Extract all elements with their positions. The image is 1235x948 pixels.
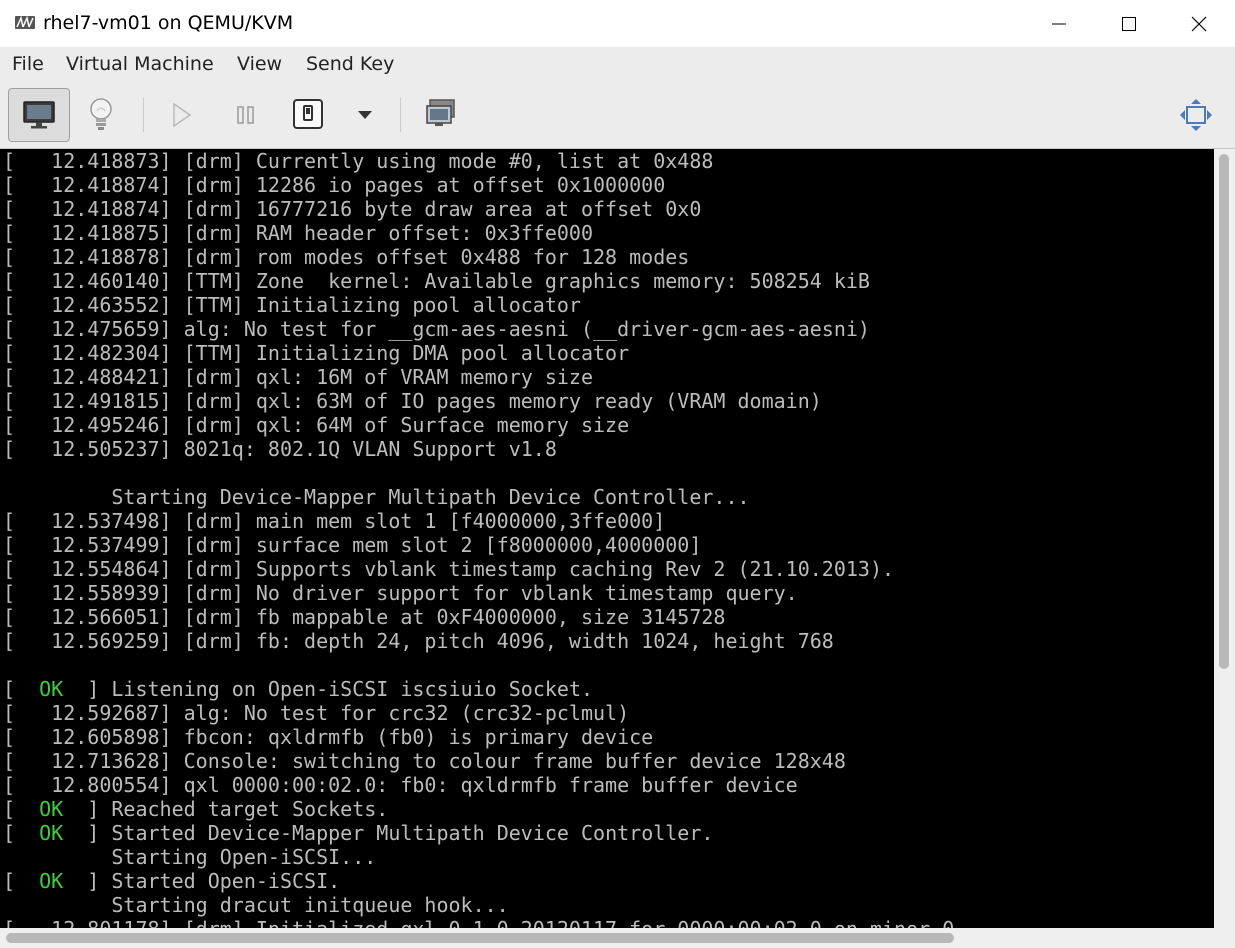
console-line: [ 12.566051] [drm] fb mappable at 0xF400…: [3, 605, 726, 629]
resize-icon: [1180, 99, 1212, 131]
console-line: [ 12.569259] [drm] fb: depth 24, pitch 4…: [3, 629, 834, 653]
console-line: [ OK ] Listening on Open-iSCSI iscsiuio …: [3, 677, 1214, 701]
play-icon: [173, 102, 192, 128]
minimize-button[interactable]: [1024, 0, 1094, 47]
maximize-icon: [1122, 16, 1136, 31]
console-line: [ 12.592687] alg: No test for crc32 (crc…: [3, 701, 630, 725]
snapshot-icon: [426, 99, 455, 126]
maximize-button[interactable]: [1094, 0, 1164, 47]
console-line: [ 12.558939] [drm] No driver support for…: [3, 581, 798, 605]
dropdown-arrow-icon: [358, 111, 372, 119]
horizontal-scrollbar[interactable]: [0, 928, 1235, 948]
minimize-icon: [1052, 23, 1066, 24]
menu-virtual-machine[interactable]: Virtual Machine: [66, 52, 214, 76]
console-line: [ 12.800554] qxl 0000:00:02.0: fb0: qxld…: [3, 773, 798, 797]
shutdown-button[interactable]: [289, 95, 327, 133]
ok-status: OK: [39, 677, 64, 701]
console-line: [ OK ] Started Open-iSCSI.: [3, 869, 1214, 893]
console-line: [ 12.418875] [drm] RAM header offset: 0x…: [3, 221, 594, 245]
console-output: [ 12.418873] [drm] Currently using mode …: [0, 149, 1214, 928]
menu-view[interactable]: View: [237, 52, 282, 76]
title-bar: rhel7-vm01 on QEMU/KVM: [0, 0, 1235, 47]
pause-button[interactable]: [228, 98, 264, 132]
menu-send-key[interactable]: Send Key: [306, 52, 394, 76]
fullscreen-button[interactable]: [1174, 94, 1218, 136]
console-line: Starting Open-iSCSI...: [3, 845, 377, 869]
window-title: rhel7-vm01 on QEMU/KVM: [43, 12, 294, 34]
console-line: [ 12.418878] [drm] rom modes offset 0x48…: [3, 245, 690, 269]
vertical-scrollbar[interactable]: [1214, 149, 1235, 928]
close-icon: [1191, 16, 1207, 31]
console-line-text: ] Started Open-iSCSI.: [63, 869, 341, 893]
console-line-bracket: [: [3, 677, 40, 701]
console-line: [ 12.463552] [TTM] Initializing pool all…: [3, 293, 581, 317]
console-line: [ OK ] Reached target Sockets.: [3, 797, 1214, 821]
toolbar: [0, 80, 1235, 149]
console-line: [ 12.801178] [drm] Initialized qxl 0.1.0…: [3, 917, 1214, 928]
console-line: [ 12.488421] [drm] qxl: 16M of VRAM memo…: [3, 365, 594, 389]
console-line: [ 12.554864] [drm] Supports vblank times…: [3, 557, 895, 581]
ok-status: OK: [39, 869, 64, 893]
console-line-text: ] Started Device-Mapper Multipath Device…: [63, 821, 714, 845]
console-line: [ 12.605898] fbcon: qxldrmfb (fb0) is pr…: [3, 725, 654, 749]
monitor-icon: [23, 101, 55, 129]
virt-manager-icon: [15, 15, 35, 29]
console-line: [ 12.505237] 8021q: 802.1Q VLAN Support …: [3, 437, 557, 461]
console-line: [ 12.418874] [drm] 16777216 byte draw ar…: [3, 197, 702, 221]
horizontal-scroll-thumb[interactable]: [6, 933, 954, 943]
ok-status: OK: [39, 797, 64, 821]
lightbulb-icon: [90, 98, 112, 130]
console-line-text: ] Listening on Open-iSCSI iscsiuio Socke…: [63, 677, 594, 701]
snapshots-button[interactable]: [420, 94, 462, 134]
console-line: [ 12.495246] [drm] qxl: 64M of Surface m…: [3, 413, 630, 437]
close-button[interactable]: [1164, 0, 1234, 47]
console-line-bracket: [: [3, 797, 40, 821]
console-line: [ 12.460140] [TTM] Zone kernel: Availabl…: [3, 269, 870, 293]
console-line: [ 12.537499] [drm] surface mem slot 2 [f…: [3, 533, 702, 557]
toolbar-separator: [143, 98, 144, 132]
console-line: [ 12.537498] [drm] main mem slot 1 [f400…: [3, 509, 666, 533]
console-line: [ 12.475659] alg: No test for __gcm-aes-…: [3, 317, 870, 341]
pause-icon: [237, 106, 254, 124]
menu-bar: File Virtual Machine View Send Key: [0, 47, 1235, 80]
console-line: [ 12.713628] Console: switching to colou…: [3, 749, 846, 773]
ok-status: OK: [39, 821, 64, 845]
console-line: [ 12.482304] [TTM] Initializing DMA pool…: [3, 341, 630, 365]
run-button[interactable]: [163, 98, 199, 132]
console-line: [ 12.491815] [drm] qxl: 63M of IO pages …: [3, 389, 822, 413]
console-line: [ OK ] Started Device-Mapper Multipath D…: [3, 821, 1214, 845]
vertical-scroll-thumb[interactable]: [1219, 154, 1229, 669]
show-details-button[interactable]: [82, 92, 120, 138]
console-line: Starting dracut initqueue hook...: [3, 893, 509, 917]
menu-file[interactable]: File: [12, 52, 44, 76]
power-icon: [293, 99, 323, 129]
console-line-text: ] Reached target Sockets.: [63, 797, 389, 821]
shutdown-menu-button[interactable]: [350, 102, 380, 128]
show-console-button[interactable]: [8, 88, 70, 142]
console-line: [ 12.418873] [drm] Currently using mode …: [3, 149, 714, 173]
console-line: [ 12.418874] [drm] 12286 io pages at off…: [3, 173, 666, 197]
vm-console-display[interactable]: [ 12.418873] [drm] Currently using mode …: [0, 149, 1214, 928]
toolbar-separator: [400, 98, 401, 132]
console-line-bracket: [: [3, 869, 40, 893]
console-line: Starting Device-Mapper Multipath Device …: [3, 485, 750, 509]
console-line-bracket: [: [3, 821, 40, 845]
